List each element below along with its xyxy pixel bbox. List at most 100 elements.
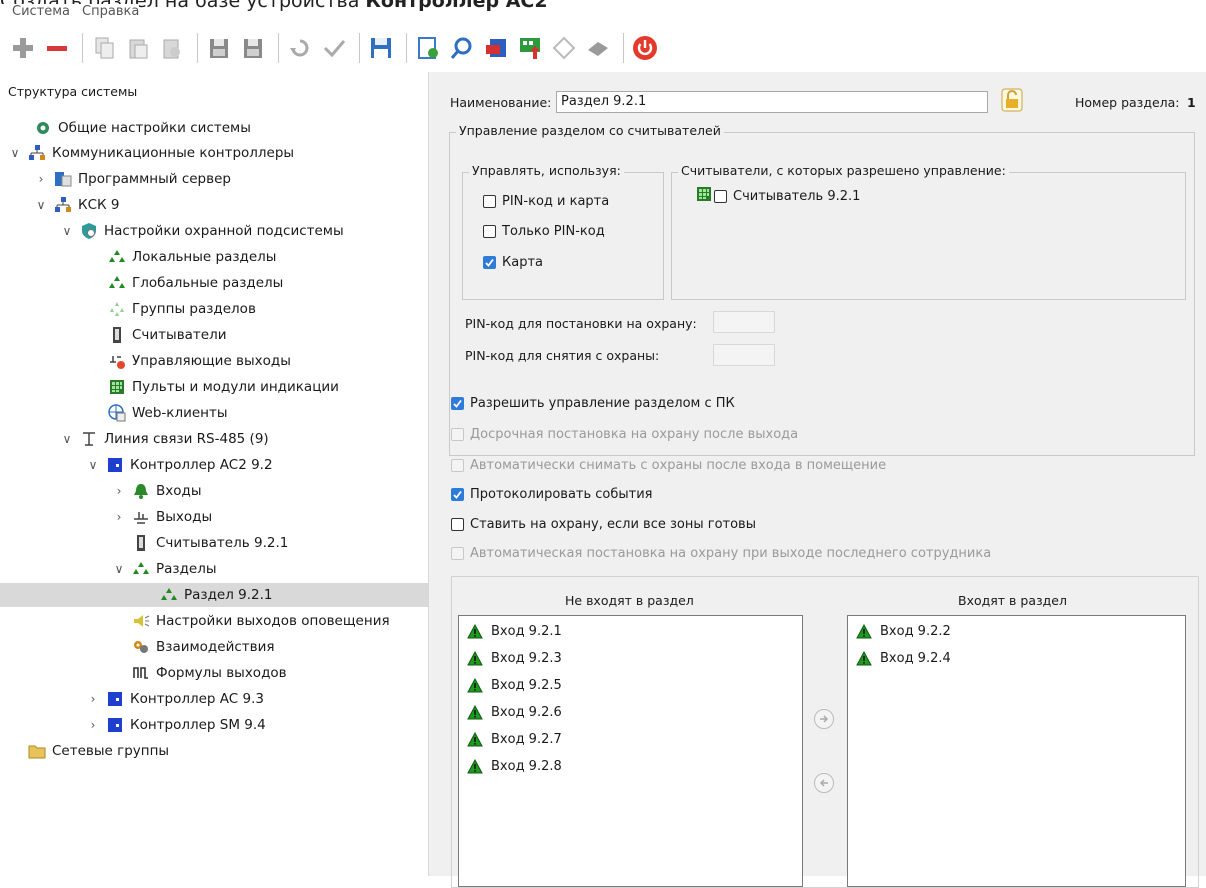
chevron-down-icon[interactable]: ∨ — [112, 562, 126, 576]
chevron-right-icon[interactable]: › — [86, 718, 100, 732]
tree-node[interactable]: Считыватели — [88, 323, 227, 347]
reader-item[interactable]: Считыватель 9.2.1 — [697, 187, 860, 205]
list-item[interactable]: Вход 9.2.7 — [467, 732, 562, 747]
chk-pc-control[interactable]: Разрешить управление разделом с ПК — [451, 396, 735, 411]
tree-node[interactable]: Глобальные разделы — [88, 271, 283, 295]
tree-node[interactable]: Управляющие выходы — [88, 349, 291, 373]
save-db-icon[interactable] — [204, 33, 234, 63]
tree-node[interactable]: Считыватель 9.2.1 — [112, 531, 288, 555]
chk-pc-control-checkbox[interactable] — [451, 397, 464, 410]
tree-node[interactable]: ∨ Контроллер AC2 9.2 — [86, 453, 273, 477]
chk-early-arm-checkbox[interactable] — [451, 428, 464, 441]
chk-auto-disarm[interactable]: Автоматически снимать с охраны после вхо… — [451, 458, 886, 473]
chevron-down-icon[interactable]: ∨ — [34, 198, 48, 212]
chevron-down-icon[interactable]: ∨ — [8, 146, 22, 160]
chk-auto-arm[interactable]: Автоматическая постановка на охрану при … — [451, 546, 991, 561]
tree-node[interactable]: Сетевые группы — [8, 739, 169, 763]
tree-node[interactable]: Настройки выходов оповещения — [112, 609, 390, 633]
chevron-right-icon[interactable]: › — [112, 510, 126, 524]
card-icon[interactable] — [481, 33, 511, 63]
chk-early-arm[interactable]: Досрочная постановка на охрану после вых… — [451, 427, 798, 442]
power-icon[interactable] — [630, 33, 660, 63]
list-item[interactable]: Вход 9.2.6 — [467, 705, 562, 720]
opt-pin-card-checkbox[interactable] — [483, 195, 496, 208]
search-icon[interactable] — [447, 33, 477, 63]
tree-node[interactable]: Раздел 9.2.1 — [0, 583, 428, 607]
menu-help[interactable]: Справка — [82, 4, 139, 22]
tree-node[interactable]: › Контроллер SM 9.4 — [86, 713, 266, 737]
remove-icon[interactable] — [42, 33, 72, 63]
chevron-right-icon[interactable]: › — [112, 484, 126, 498]
opt-pin-card[interactable]: PIN-код и карта — [483, 194, 609, 209]
apply-icon[interactable] — [319, 33, 349, 63]
menu-system[interactable]: Система — [12, 4, 70, 22]
tree-node[interactable]: ∨ Линия связи RS-485 (9) — [60, 427, 269, 451]
chk-arm-ready[interactable]: Ставить на охрану, если все зоны готовы — [451, 517, 756, 532]
upload-icon[interactable] — [515, 33, 545, 63]
chevron-down-icon[interactable]: ∨ — [60, 432, 74, 446]
tree-node[interactable]: › Входы — [112, 479, 202, 503]
chk-arm-ready-checkbox[interactable] — [451, 518, 464, 531]
chk-log-events-checkbox[interactable] — [451, 488, 464, 501]
list-item[interactable]: Вход 9.2.8 — [467, 759, 562, 774]
tree-node[interactable]: › Контроллер AC 9.3 — [86, 687, 264, 711]
list-item[interactable]: Вход 9.2.4 — [856, 651, 951, 666]
chk-auto-arm-checkbox[interactable] — [451, 547, 464, 560]
in-list[interactable]: Вход 9.2.2 Вход 9.2.4 — [847, 615, 1186, 887]
opt-card[interactable]: Карта — [483, 255, 543, 270]
tree-node[interactable]: › Выходы — [112, 505, 213, 529]
report-icon[interactable] — [413, 33, 443, 63]
chevron-right-icon[interactable]: › — [34, 172, 48, 186]
chevron-down-icon[interactable]: ∨ — [86, 458, 100, 472]
copy-icon[interactable] — [89, 33, 119, 63]
reader-control-group-title: Управление разделом со считывателей — [456, 123, 724, 138]
pin-arm-field[interactable] — [713, 311, 775, 333]
tree-node[interactable]: › Программный сервер — [34, 167, 231, 191]
tree-node[interactable]: ∨ Настройки охранной подсистемы — [60, 219, 344, 243]
list-item[interactable]: Вход 9.2.3 — [467, 651, 562, 666]
chevron-down-icon[interactable]: ∨ — [60, 224, 74, 238]
tree-node[interactable]: ∨ Разделы — [112, 557, 217, 581]
tree-node[interactable]: Взаимодействия — [112, 635, 274, 659]
tag-icon[interactable] — [549, 33, 579, 63]
list-item[interactable]: Вход 9.2.5 — [467, 678, 562, 693]
tree-node-label: Настройки охранной подсистемы — [104, 223, 344, 239]
save-db-alt-icon[interactable] — [238, 33, 268, 63]
tree-node[interactable]: Локальные разделы — [88, 245, 276, 269]
tree-node-label: Коммуникационные контроллеры — [52, 145, 295, 161]
undo-icon[interactable] — [285, 33, 315, 63]
move-left-button[interactable] — [814, 773, 834, 793]
tree-node[interactable]: Web-клиенты — [88, 401, 228, 425]
reader-item-checkbox[interactable] — [714, 189, 727, 203]
tree-node-label: Входы — [156, 483, 202, 499]
lock-icon[interactable] — [1001, 88, 1023, 116]
input-status-icon — [467, 651, 483, 666]
tree-node[interactable]: Общие настройки системы — [14, 116, 251, 140]
pin-disarm-field[interactable] — [713, 344, 775, 366]
tree-node[interactable]: Формулы выходов — [112, 661, 287, 685]
add-icon[interactable] — [8, 33, 38, 63]
chevron-right-icon[interactable]: › — [86, 692, 100, 706]
paste-icon[interactable] — [123, 33, 153, 63]
opt-card-checkbox[interactable] — [483, 256, 496, 269]
name-field[interactable]: Раздел 9.2.1 — [556, 91, 988, 113]
opt-pin-only[interactable]: Только PIN-код — [483, 224, 605, 239]
partition-icon — [132, 560, 150, 578]
tree-title: Структура системы — [8, 84, 138, 99]
save-icon[interactable] — [366, 33, 396, 63]
tree-node[interactable]: ∨ КСК 9 — [34, 193, 119, 217]
not-in-list[interactable]: Вход 9.2.1 Вход 9.2.3 Вход 9.2.5 Вход 9.2.6… — [458, 615, 803, 887]
move-right-button[interactable] — [814, 709, 834, 729]
name-label: Наименование: — [450, 95, 552, 110]
chk-log-events[interactable]: Протоколировать события — [451, 487, 653, 502]
chk-auto-disarm-checkbox[interactable] — [451, 459, 464, 472]
tree-node[interactable]: Пульты и модули индикации — [88, 375, 339, 399]
eraser-icon[interactable] — [583, 33, 613, 63]
tree-node[interactable]: Группы разделов — [88, 297, 256, 321]
tree-node[interactable]: ∨ Коммуникационные контроллеры — [8, 141, 294, 165]
list-item[interactable]: Вход 9.2.1 — [467, 624, 562, 639]
opt-pin-only-checkbox[interactable] — [483, 225, 496, 238]
paste-special-icon[interactable] — [157, 33, 187, 63]
list-item[interactable]: Вход 9.2.2 — [856, 624, 951, 639]
pin-disarm-label: PIN-код для снятия с охраны: — [465, 348, 660, 363]
